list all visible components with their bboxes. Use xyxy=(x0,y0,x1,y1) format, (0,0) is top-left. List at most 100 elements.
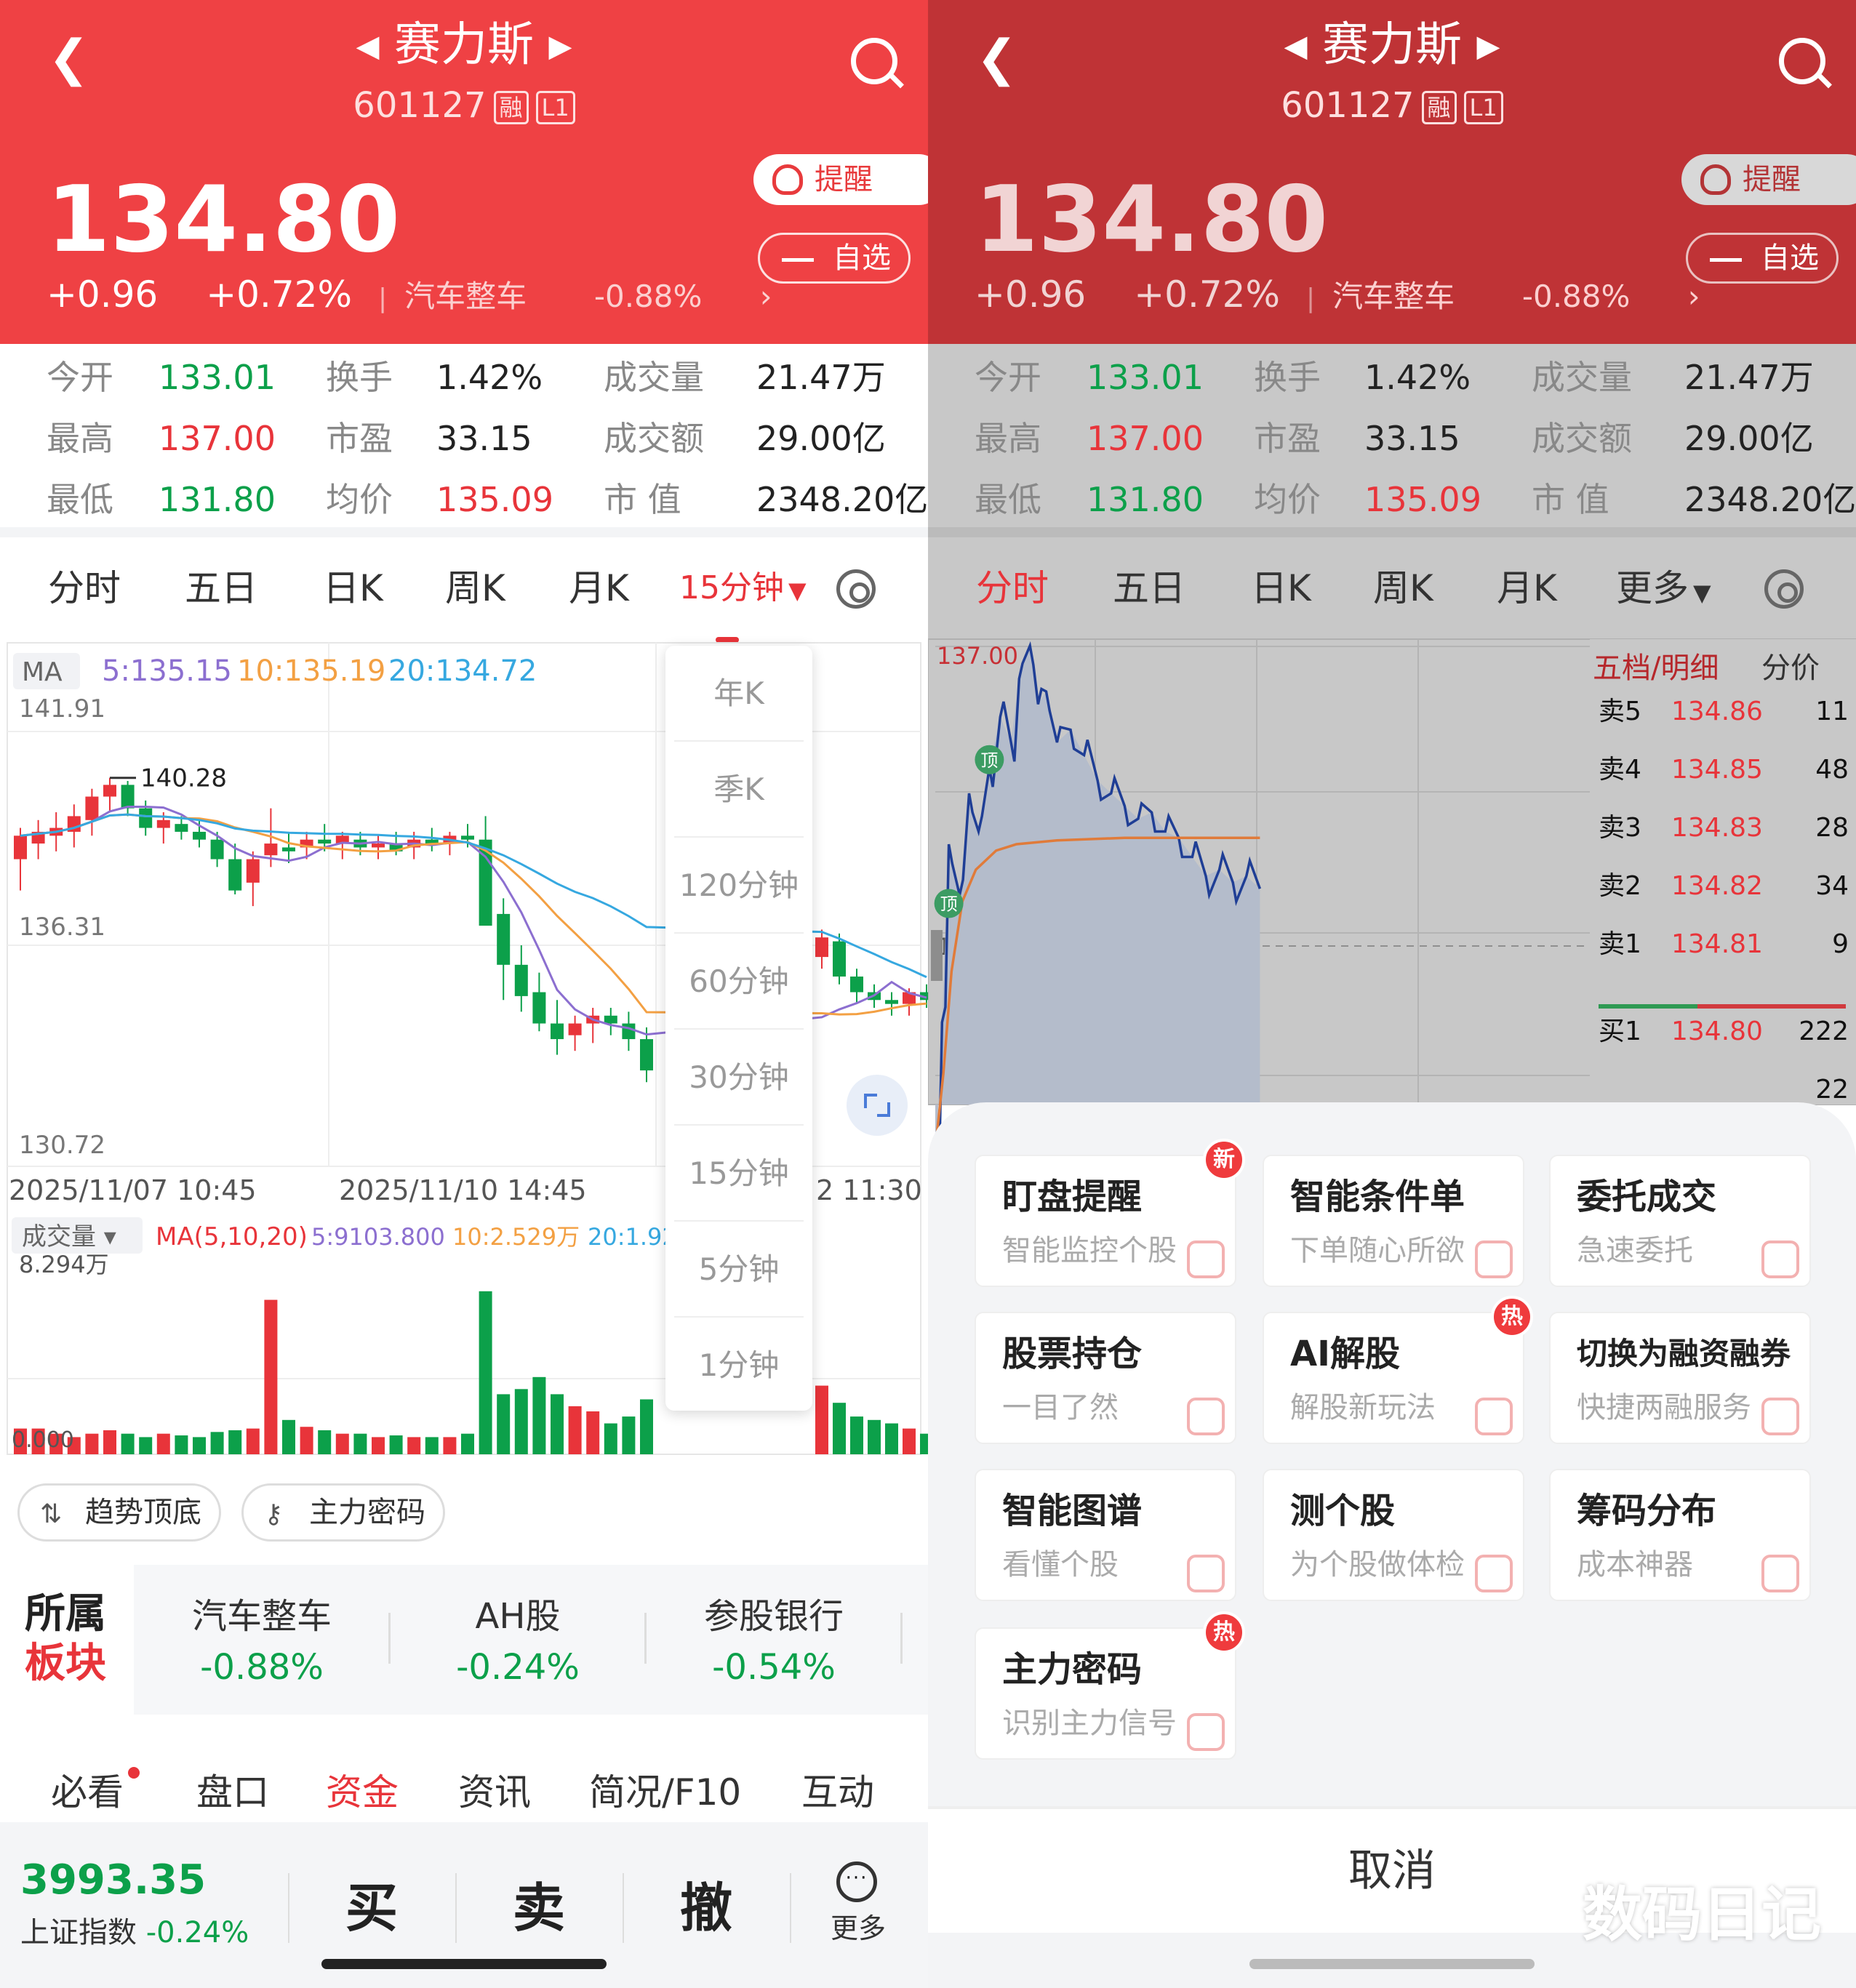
stat-label: 换手 xyxy=(326,358,393,397)
tab-period[interactable]: 五日 xyxy=(185,537,257,639)
tab-period[interactable]: 周K xyxy=(1373,537,1433,639)
tab-period[interactable]: 日K xyxy=(1251,537,1311,639)
vol-ma10: 10:2.529万 xyxy=(452,1223,580,1251)
stat-label: 最高 xyxy=(47,419,113,458)
tab-period[interactable]: 更多 ▼ xyxy=(1616,537,1711,644)
change-value: +0.96 xyxy=(47,273,159,316)
peak-label: 140.28 xyxy=(140,764,227,793)
sector-link[interactable]: 汽车整车 -0.88% › xyxy=(404,278,772,314)
divider xyxy=(0,527,928,537)
tool-card[interactable]: 股票持仓 一目了然 xyxy=(975,1312,1236,1444)
tool-card[interactable]: 委托成交 急速委托 xyxy=(1549,1155,1811,1287)
ma-legend[interactable]: MA 5:135.15 10:135.19 20:134.72 xyxy=(13,653,537,689)
stock-title[interactable]: ◂ 赛力斯 ▸ xyxy=(0,15,928,76)
volume-bar xyxy=(815,1385,828,1454)
caret-down-icon: ▼ xyxy=(788,577,807,604)
dropdown-item[interactable]: 季K xyxy=(674,742,804,838)
detail-tab[interactable]: 互动 xyxy=(801,1760,874,1825)
detail-tab[interactable]: 简况/F10 xyxy=(589,1760,741,1825)
dropdown-item[interactable]: 1分钟 xyxy=(674,1318,804,1414)
order-side: 买1 xyxy=(1599,1017,1641,1046)
tool-card[interactable]: AI解股 解股新玩法 xyxy=(1263,1312,1524,1444)
tab-period[interactable]: 五日 xyxy=(1113,537,1185,639)
volume-bar xyxy=(282,1419,295,1454)
sector-item[interactable]: 参股银行 -0.54% xyxy=(646,1592,902,1694)
dropdown-item[interactable]: 15分钟 xyxy=(674,1126,804,1222)
dropdown-item[interactable]: 120分钟 xyxy=(674,838,804,934)
tab-period[interactable]: 分时 xyxy=(48,537,121,639)
remind-button[interactable]: 提醒 xyxy=(753,154,928,205)
sector-name: 汽车整车 xyxy=(1332,278,1455,314)
sector-item[interactable]: 汽车整车 -0.88% xyxy=(134,1592,390,1694)
detail-tab[interactable]: 盘口 xyxy=(196,1760,269,1825)
divider xyxy=(790,1873,791,1943)
volume-bar xyxy=(514,1389,528,1454)
orderbook-title[interactable]: 五档/明细 xyxy=(1593,646,1719,690)
volume-bar xyxy=(264,1299,278,1454)
main-force-button[interactable]: ⚷ 主力密码 xyxy=(241,1483,445,1542)
stat-item: 换手 1.42% xyxy=(326,348,617,406)
dropdown-item[interactable]: 60分钟 xyxy=(674,934,804,1030)
tool-card[interactable]: 筹码分布 成本神器 xyxy=(1549,1469,1811,1601)
tab-period[interactable]: 月K xyxy=(569,537,629,639)
tool-card[interactable]: 切换为融资融券 快捷两融服务 xyxy=(1549,1312,1811,1444)
trend-button[interactable]: ⇅ 趋势顶底 xyxy=(17,1483,221,1542)
pulse-icon xyxy=(1187,1713,1225,1751)
stat-label: 市 值 xyxy=(1532,480,1609,519)
tab-period[interactable]: 日K xyxy=(323,537,383,639)
tool-card[interactable]: 智能图谱 看懂个股 xyxy=(975,1469,1236,1601)
more-icon[interactable]: ··· xyxy=(836,1861,877,1902)
orderbook-alt-tab[interactable]: 分价 xyxy=(1761,646,1820,690)
scan-icon xyxy=(1475,1555,1513,1592)
tool-card[interactable]: 测个股 为个股做体检 xyxy=(1263,1469,1524,1601)
dropdown-item[interactable]: 5分钟 xyxy=(674,1222,804,1318)
remind-button[interactable]: 提醒 xyxy=(1681,154,1856,205)
home-indicator[interactable] xyxy=(321,1959,607,1969)
candle-body xyxy=(246,859,260,883)
candle-body xyxy=(121,785,135,809)
tool-title: 智能图谱 xyxy=(1002,1491,1143,1531)
settings-icon[interactable] xyxy=(1764,569,1804,609)
fullscreen-icon[interactable] xyxy=(847,1075,908,1136)
sell-button[interactable]: 卖 xyxy=(455,1872,623,1944)
order-volume: 34 xyxy=(1815,871,1849,901)
tab-label: 月K xyxy=(1497,567,1557,609)
tab-period[interactable]: 15分钟 ▼ xyxy=(679,537,807,641)
favorite-button[interactable]: 自选 xyxy=(1686,233,1839,284)
candle-body xyxy=(568,1023,582,1035)
search-icon[interactable] xyxy=(1779,38,1825,84)
stat-value: 137.00 xyxy=(159,419,276,458)
dropdown-item[interactable]: 年K xyxy=(674,646,804,742)
dropdown-item[interactable]: 30分钟 xyxy=(674,1030,804,1126)
volume-bar xyxy=(156,1433,170,1454)
tool-subtitle: 解股新玩法 xyxy=(1290,1391,1436,1424)
tool-card[interactable]: 智能条件单 下单随心所欲 xyxy=(1263,1155,1524,1287)
index-value[interactable]: 3993.35 xyxy=(20,1853,206,1908)
volume-legend[interactable]: 成交量 ▾ MA(5,10,20) 5:9103.800 10:2.529万 20:1.… xyxy=(12,1217,677,1254)
home-indicator[interactable] xyxy=(1249,1959,1535,1969)
volume-bar xyxy=(833,1403,846,1454)
sector-link[interactable]: 汽车整车 -0.88% › xyxy=(1332,278,1700,314)
stock-header: ❮ ◂ 赛力斯 ▸ 601127 融 L1 134.80 +0.96 +0.72% | 汽… xyxy=(0,0,928,344)
stats-grid: 今开 133.01 换手 1.42% 成交量 21.47万 最高 137.00 市盈 33.15 成… xyxy=(0,344,928,527)
tool-subtitle: 快捷两融服务 xyxy=(1577,1391,1751,1424)
stock-title[interactable]: ◂ 赛力斯 ▸ xyxy=(928,15,1856,76)
more-label[interactable]: 更多 xyxy=(807,1908,909,1949)
detail-tab[interactable]: 资金 xyxy=(326,1760,399,1825)
cancel-order-button[interactable]: 撤 xyxy=(623,1872,790,1944)
sector-item[interactable]: AH股 -0.24% xyxy=(390,1592,646,1694)
settings-icon[interactable] xyxy=(836,569,876,609)
tool-title: 测个股 xyxy=(1290,1491,1396,1531)
x-label: 2025/11/10 14:45 xyxy=(339,1174,587,1206)
tool-card[interactable]: 主力密码 识别主力信号 xyxy=(975,1627,1236,1760)
detail-tab[interactable]: 必看 xyxy=(51,1760,124,1825)
search-icon[interactable] xyxy=(851,38,897,84)
favorite-button[interactable]: 自选 xyxy=(758,233,911,284)
tab-period[interactable]: 分时 xyxy=(976,537,1049,639)
tool-card[interactable]: 盯盘提醒 智能监控个股 xyxy=(975,1155,1236,1287)
trend-label: 趋势顶底 xyxy=(85,1496,201,1529)
tab-period[interactable]: 月K xyxy=(1497,537,1557,639)
tab-period[interactable]: 周K xyxy=(445,537,505,639)
buy-button[interactable]: 买 xyxy=(288,1872,455,1944)
detail-tab[interactable]: 资讯 xyxy=(458,1760,531,1825)
